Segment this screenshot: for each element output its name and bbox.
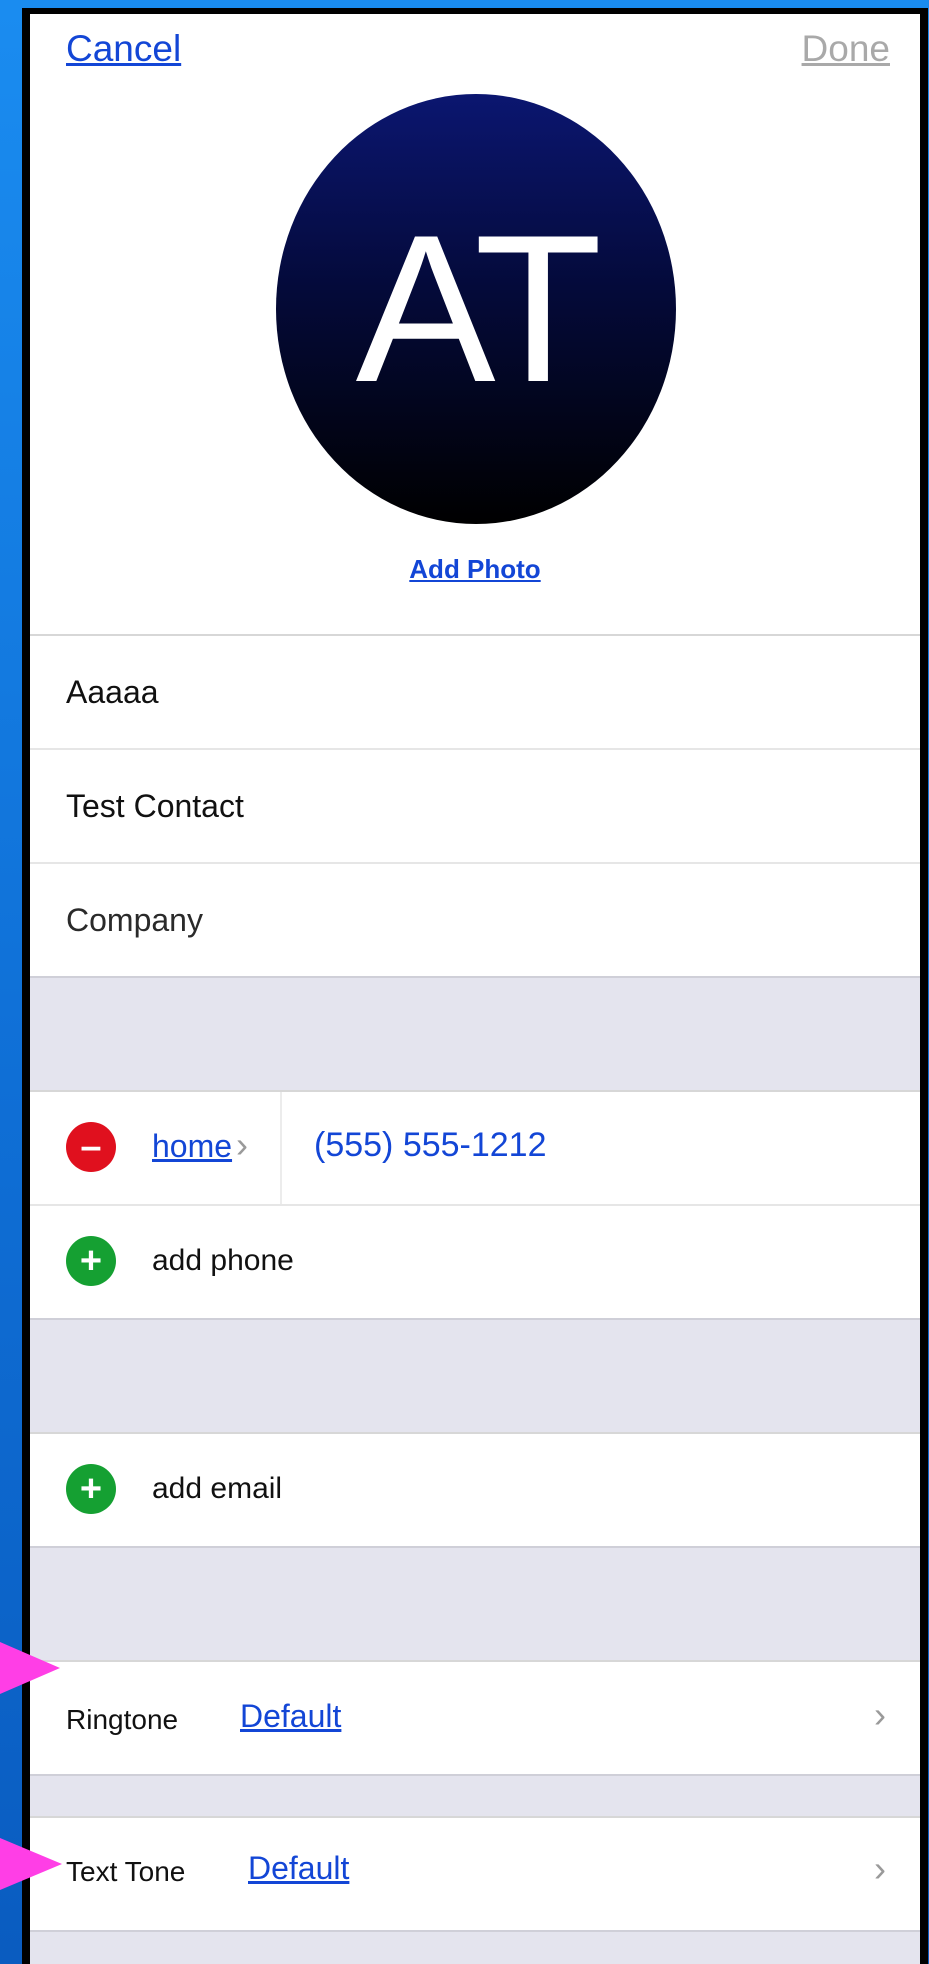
avatar[interactable]: AT	[276, 94, 676, 524]
chevron-right-icon: ›	[236, 1124, 248, 1165]
text-tone-label: Text Tone	[66, 1856, 186, 1887]
section-spacer	[30, 1930, 920, 1964]
first-name-value: Aaaaa	[66, 674, 159, 710]
company-field[interactable]: Company	[30, 862, 920, 976]
add-email-row[interactable]: + add email	[30, 1432, 920, 1546]
ringtone-value[interactable]: Default	[240, 1698, 341, 1735]
divider	[280, 1092, 282, 1204]
text-tone-value[interactable]: Default	[248, 1850, 349, 1887]
company-value: Company	[66, 902, 203, 938]
ringtone-label: Ringtone	[66, 1704, 179, 1735]
last-name-field[interactable]: Test Contact	[30, 748, 920, 862]
done-button[interactable]: Done	[802, 28, 890, 70]
chevron-right-icon: ›	[874, 1848, 886, 1889]
arrow-indicator-icon	[0, 1642, 60, 1694]
section-spacer	[30, 976, 920, 1090]
phone-row[interactable]: – home › (555) 555-1212	[30, 1090, 920, 1204]
arrow-indicator-icon	[0, 1838, 62, 1890]
add-email-icon: +	[66, 1464, 116, 1514]
cancel-button[interactable]: Cancel	[66, 28, 181, 70]
add-phone-label: add phone	[152, 1244, 294, 1277]
phone-number-field[interactable]: (555) 555-1212	[314, 1126, 547, 1165]
add-email-label: add email	[152, 1472, 283, 1505]
remove-phone-icon[interactable]: –	[66, 1122, 116, 1172]
ringtone-row[interactable]: Ringtone Default ›	[30, 1660, 920, 1774]
add-phone-row[interactable]: + add phone	[30, 1204, 920, 1318]
add-photo-button[interactable]: Add Photo	[30, 554, 920, 585]
text-tone-row[interactable]: Text Tone Default ›	[30, 1816, 920, 1930]
contact-edit-screen: Cancel Done AT Add Photo Aaaaa Test Cont…	[30, 14, 920, 1964]
first-name-field[interactable]: Aaaaa	[30, 634, 920, 748]
last-name-value: Test Contact	[66, 788, 244, 824]
add-phone-icon: +	[66, 1236, 116, 1286]
phone-label-button[interactable]: home	[152, 1128, 232, 1165]
section-spacer	[30, 1546, 920, 1660]
section-spacer	[30, 1774, 920, 1816]
section-spacer	[30, 1318, 920, 1432]
avatar-initials: AT	[355, 191, 603, 426]
chevron-right-icon: ›	[874, 1694, 886, 1735]
